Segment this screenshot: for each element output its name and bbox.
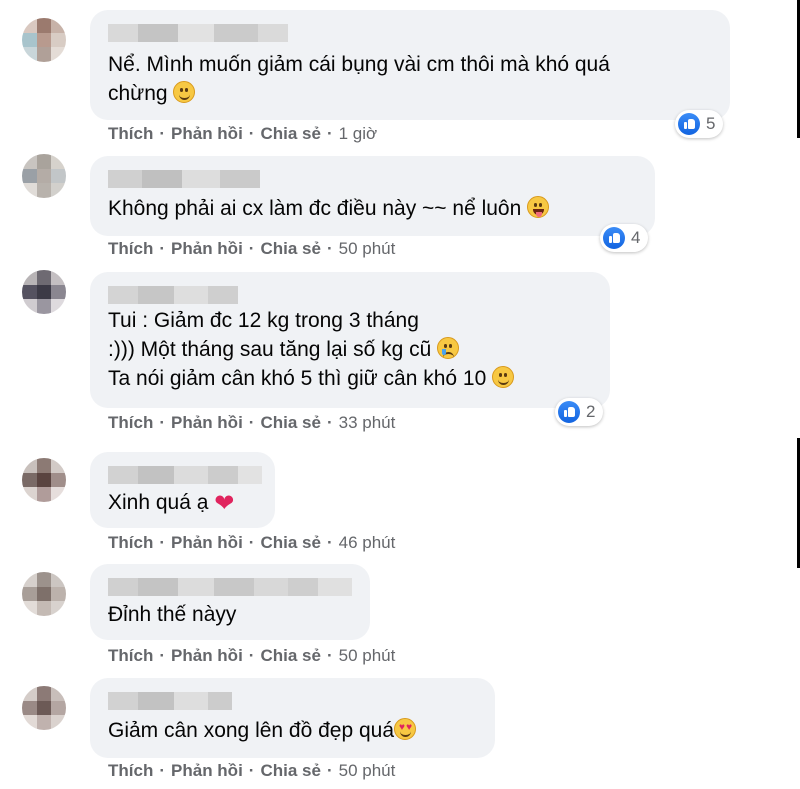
reaction-count: 2 (586, 402, 596, 421)
like-link[interactable]: Thích (108, 239, 153, 258)
comment-line: :))) Một tháng sau tăng lại số kg cũ (108, 338, 432, 361)
avatar[interactable] (22, 270, 66, 314)
timestamp[interactable]: 50 phút (339, 761, 396, 780)
reaction-badge[interactable]: 5 (675, 110, 724, 138)
share-link[interactable]: Chia sẻ (260, 413, 320, 432)
comment-line: Xinh quá ạ (108, 491, 209, 514)
comment-bubble: Tui : Giảm đc 12 kg trong 3 tháng :))) M… (90, 272, 610, 408)
comment-bubble: Xinh quá ạ ❤ (90, 452, 275, 528)
comment-text: Tui : Giảm đc 12 kg trong 3 tháng :))) M… (108, 306, 515, 393)
reaction-badge[interactable]: 4 (600, 224, 649, 252)
blurred-username[interactable] (108, 578, 352, 596)
comment-actions: Thích · Phản hồi · Chia sẻ · 33 phút (108, 413, 396, 432)
comment-bubble: Giảm cân xong lên đồ đẹp quá (90, 678, 495, 758)
comment-bubble: Không phải ai cx làm đc điều này ~~ nể l… (90, 156, 655, 236)
timestamp[interactable]: 46 phút (339, 533, 396, 552)
timestamp[interactable]: 33 phút (339, 413, 396, 432)
comment-line: Đỉnh thế nàyy (108, 603, 237, 626)
like-icon (678, 113, 700, 135)
reply-link[interactable]: Phản hồi (171, 761, 243, 780)
like-link[interactable]: Thích (108, 413, 153, 432)
timestamp[interactable]: 50 phút (339, 646, 396, 665)
timestamp[interactable]: 1 giờ (339, 124, 378, 143)
reply-link[interactable]: Phản hồi (171, 646, 243, 665)
comment-text: Nể. Mình muốn giảm cái bụng vài cm thôi … (108, 50, 610, 108)
avatar[interactable] (22, 458, 66, 502)
like-link[interactable]: Thích (108, 124, 153, 143)
reply-link[interactable]: Phản hồi (171, 413, 243, 432)
reply-link[interactable]: Phản hồi (171, 533, 243, 552)
avatar[interactable] (22, 154, 66, 198)
share-link[interactable]: Chia sẻ (260, 124, 320, 143)
comment-text: Xinh quá ạ ❤ (108, 488, 234, 517)
comment-line: Giảm cân xong lên đồ đẹp quá (108, 719, 395, 742)
comment-actions: Thích · Phản hồi · Chia sẻ · 50 phút (108, 239, 396, 258)
reaction-badge[interactable]: 2 (555, 398, 604, 426)
tongue-out-icon (527, 196, 550, 218)
like-link[interactable]: Thích (108, 533, 153, 552)
like-icon (558, 401, 580, 423)
comment-bubble: Đỉnh thế nàyy (90, 564, 370, 640)
reply-link[interactable]: Phản hồi (171, 239, 243, 258)
like-link[interactable]: Thích (108, 646, 153, 665)
blurred-username[interactable] (108, 24, 288, 42)
comment-actions: Thích · Phản hồi · Chia sẻ · 1 giờ (108, 124, 378, 143)
blurred-username[interactable] (108, 170, 260, 188)
comment-line: Không phải ai cx làm đc điều này ~~ nể l… (108, 197, 522, 220)
share-link[interactable]: Chia sẻ (260, 239, 320, 258)
reaction-count: 5 (706, 114, 716, 133)
grinning-smile-icon (173, 81, 196, 103)
reply-link[interactable]: Phản hồi (171, 124, 243, 143)
comment-bubble: Nể. Mình muốn giảm cái bụng vài cm thôi … (90, 10, 730, 120)
comment-actions: Thích · Phản hồi · Chia sẻ · 50 phút (108, 646, 396, 665)
comment-line: Nể. Mình muốn giảm cái bụng vài cm thôi … (108, 53, 610, 76)
smile-icon (492, 366, 515, 388)
comment-actions: Thích · Phản hồi · Chia sẻ · 50 phút (108, 761, 396, 780)
avatar[interactable] (22, 686, 66, 730)
comment-text: Không phải ai cx làm đc điều này ~~ nể l… (108, 194, 550, 223)
timestamp[interactable]: 50 phút (339, 239, 396, 258)
red-heart-icon: ❤ (214, 490, 235, 517)
comment-text: Đỉnh thế nàyy (108, 600, 236, 629)
like-link[interactable]: Thích (108, 761, 153, 780)
share-link[interactable]: Chia sẻ (260, 761, 320, 780)
comment-actions: Thích · Phản hồi · Chia sẻ · 46 phút (108, 533, 396, 552)
avatar[interactable] (22, 572, 66, 616)
comment-line: Ta nói giảm cân khó 5 thì giữ cân khó 10 (108, 367, 487, 390)
heart-eyes-icon (394, 718, 417, 740)
share-link[interactable]: Chia sẻ (260, 646, 320, 665)
blurred-username[interactable] (108, 466, 262, 484)
like-icon (603, 227, 625, 249)
share-link[interactable]: Chia sẻ (260, 533, 320, 552)
blurred-username[interactable] (108, 692, 232, 710)
comment-line: Tui : Giảm đc 12 kg trong 3 tháng (108, 309, 419, 332)
blurred-username[interactable] (108, 286, 238, 304)
avatar[interactable] (22, 18, 66, 62)
reaction-count: 4 (631, 228, 641, 247)
comment-line: chừng (108, 82, 168, 105)
crying-face-icon (437, 337, 460, 359)
comment-text: Giảm cân xong lên đồ đẹp quá (108, 716, 417, 745)
